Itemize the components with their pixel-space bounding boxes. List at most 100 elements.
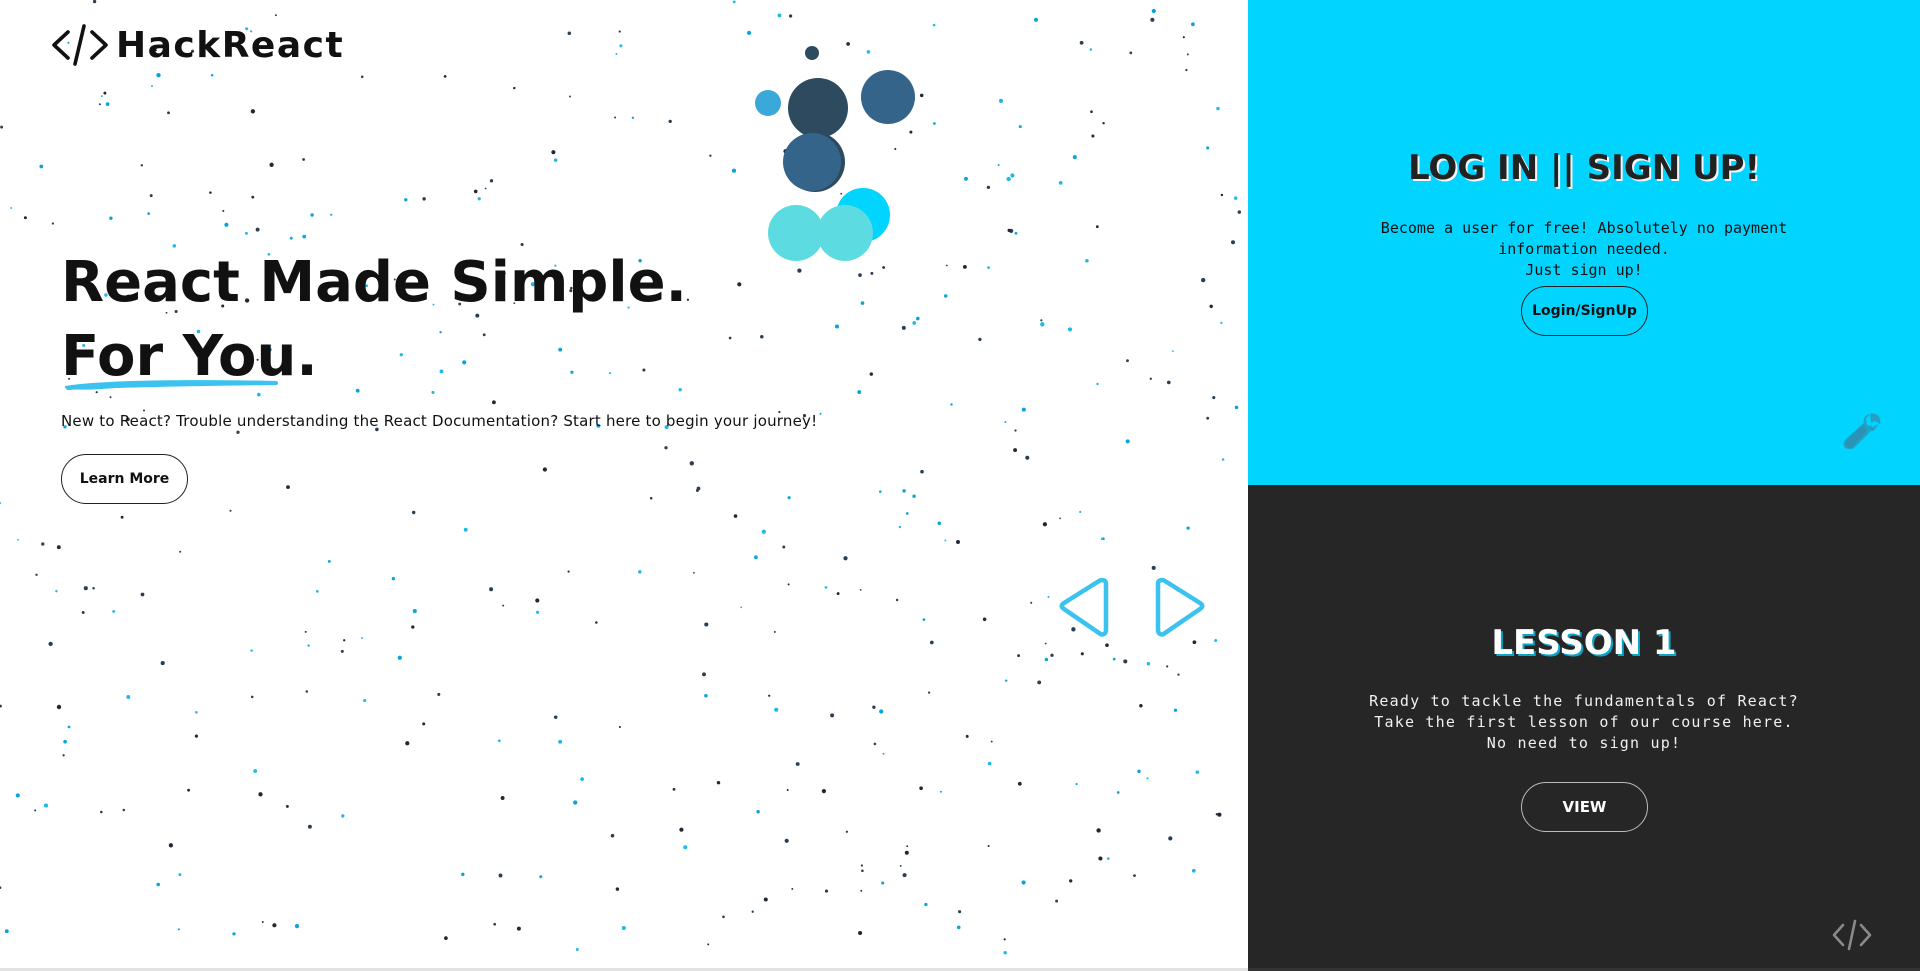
particle-dot <box>1185 68 1188 72</box>
particle-dot <box>156 73 161 78</box>
particle-dot <box>567 31 572 35</box>
particle-dot <box>722 915 725 919</box>
particle-dot <box>1151 565 1156 570</box>
particle-dot <box>1079 510 1082 513</box>
particle-dot <box>1146 777 1149 780</box>
particle-dot <box>0 704 2 708</box>
particle-dot <box>285 804 289 808</box>
particle-dot <box>210 74 214 77</box>
particle-dot <box>1192 640 1197 645</box>
particle-dot <box>1112 657 1116 661</box>
particle-dot <box>567 570 570 573</box>
particle-dot <box>1230 240 1236 245</box>
signup-panel: LOG IN || SIGN UP! Become a user for fre… <box>1248 0 1920 485</box>
learn-more-button[interactable]: Learn More <box>61 454 188 504</box>
particle-dot <box>444 936 448 940</box>
particle-dot <box>859 588 862 591</box>
particle-dot <box>1085 259 1089 263</box>
particle-dot <box>1146 661 1151 666</box>
particle-dot <box>167 111 170 115</box>
particle-dot <box>901 325 906 330</box>
particle-dot <box>391 577 396 581</box>
particle-dot <box>1137 769 1141 774</box>
particle-dot <box>10 207 13 209</box>
particle-dot <box>51 222 55 225</box>
particle-dot <box>535 598 540 603</box>
particle-dot <box>716 780 721 785</box>
particle-dot <box>255 227 260 232</box>
particle-dot <box>1100 537 1104 541</box>
particle-dot <box>1168 836 1173 841</box>
particle-dot <box>978 337 982 342</box>
login-signup-button[interactable]: Login/SignUp <box>1521 286 1648 336</box>
particle-dot <box>1030 601 1033 604</box>
particle-dot <box>922 618 926 621</box>
particle-dot <box>250 649 253 652</box>
particle-dot <box>140 592 145 597</box>
particle-dot <box>614 116 617 119</box>
particle-dot <box>858 273 862 277</box>
particle-dot <box>869 372 873 376</box>
particle-dot <box>786 788 789 792</box>
signup-desc-line: Just sign up! <box>1525 261 1643 279</box>
particle-dot <box>1172 350 1174 352</box>
carousel-controls <box>1056 576 1208 638</box>
particle-dot <box>830 713 835 718</box>
particle-dot <box>1233 196 1238 200</box>
particle-dot <box>343 639 346 642</box>
particle-dot <box>927 691 931 694</box>
particle-dot <box>251 195 255 199</box>
particle-dot <box>100 810 103 814</box>
chevron-left-icon[interactable] <box>1056 576 1112 638</box>
particle-dot <box>1096 828 1101 833</box>
particle-dot <box>692 571 695 574</box>
view-lesson-button[interactable]: VIEW <box>1521 782 1648 832</box>
particle-dot <box>638 570 642 574</box>
particle-dot <box>784 838 789 843</box>
particle-dot <box>1080 652 1084 656</box>
chevron-right-icon[interactable] <box>1152 576 1208 638</box>
particle-dot <box>575 948 579 951</box>
particle-dot <box>619 44 623 48</box>
particle-dot <box>702 672 706 677</box>
particle-dot <box>302 158 305 161</box>
particle-dot <box>751 910 754 913</box>
particle-dot <box>83 586 88 591</box>
particle-dot <box>327 559 331 563</box>
particle-dot <box>397 655 402 660</box>
particle-dot <box>98 103 101 106</box>
particle-dot <box>672 787 676 791</box>
particle-dot <box>1072 155 1077 160</box>
particle-dot <box>956 540 960 544</box>
particle-dot <box>23 216 27 220</box>
particle-dot <box>1018 125 1022 129</box>
particle-dot <box>872 705 876 709</box>
particle-dot <box>244 231 248 235</box>
particle-dot <box>1116 791 1120 794</box>
particle-dot <box>491 400 496 405</box>
particle-dot <box>760 334 764 339</box>
code-icon <box>1832 919 1872 951</box>
particle-dot <box>489 587 494 592</box>
particle-dot <box>109 396 112 399</box>
particle-dot <box>924 902 928 907</box>
brand-logo[interactable]: HackReact <box>50 22 344 68</box>
particle-dot <box>120 515 124 519</box>
particle-dot <box>1003 938 1006 941</box>
particle-dot <box>1059 517 1061 520</box>
particle-dot <box>1091 134 1095 138</box>
particle-dot <box>63 739 67 744</box>
particle-dot <box>149 194 153 198</box>
particle-dot <box>126 695 131 699</box>
particle-dot <box>1021 880 1026 885</box>
particle-dot <box>1106 857 1110 860</box>
particle-dot <box>178 873 182 877</box>
particle-dot <box>168 843 174 848</box>
particle-dot <box>1220 321 1223 325</box>
particle-dot <box>17 538 19 541</box>
particle-dot <box>937 521 942 526</box>
particle-dot <box>1139 703 1143 708</box>
particle-dot <box>704 694 708 698</box>
particle-dot <box>845 830 849 833</box>
particle-dot <box>962 264 967 269</box>
